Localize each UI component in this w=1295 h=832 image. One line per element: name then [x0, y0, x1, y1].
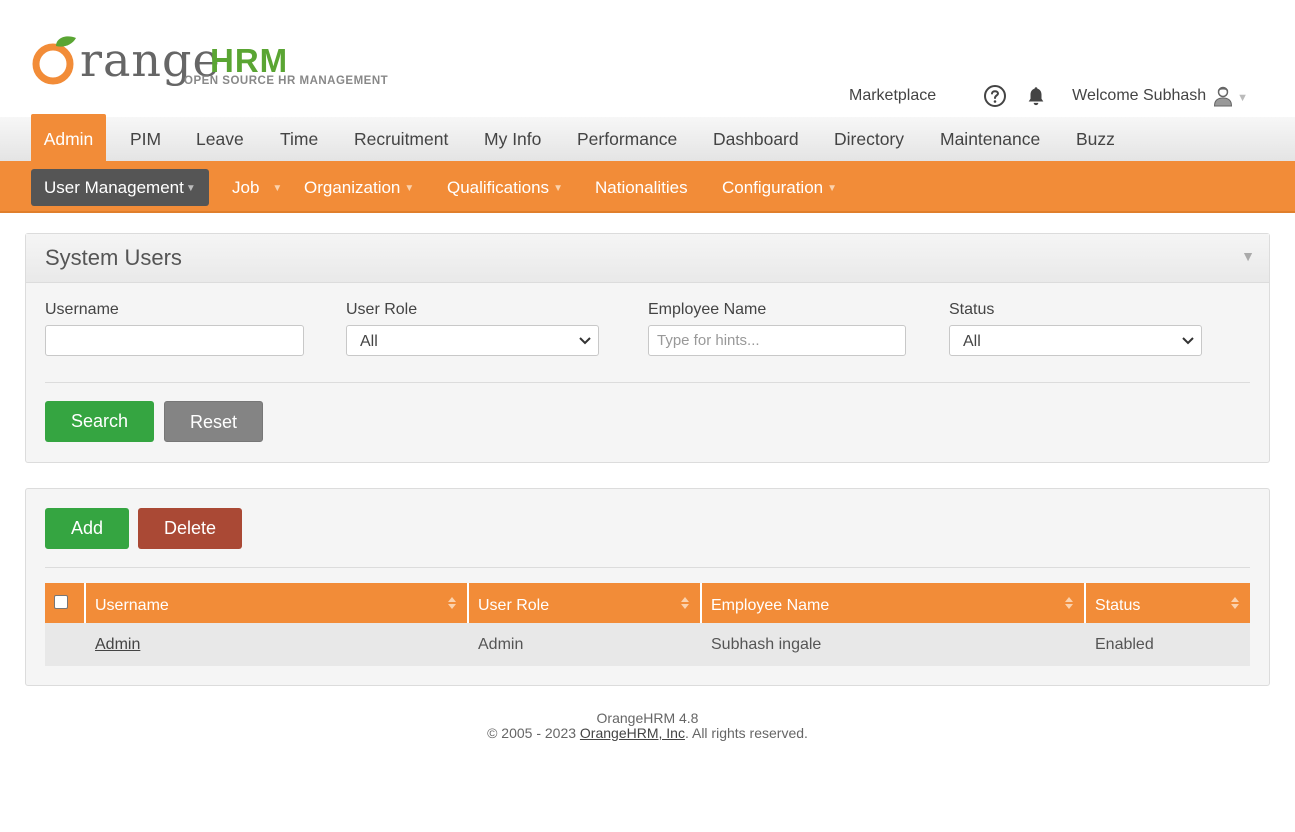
question-circle-icon[interactable] [983, 84, 1007, 108]
username-link[interactable]: Admin [95, 636, 140, 653]
footer: OrangeHRM 4.8 © 2005 - 2023 OrangeHRM, I… [0, 711, 1295, 741]
orange-logo-icon [32, 36, 76, 85]
submenu-label: Job [232, 178, 260, 197]
column-employee-name[interactable]: Employee Name [700, 583, 1084, 623]
column-label: Employee Name [711, 597, 830, 614]
footer-version: OrangeHRM 4.8 [596, 710, 699, 726]
bell-icon[interactable] [1025, 85, 1047, 107]
menu-my-info[interactable]: My Info [484, 117, 541, 161]
username-cell: Admin [84, 623, 467, 666]
menu-maintenance[interactable]: Maintenance [940, 117, 1040, 161]
panel-title: System Users [45, 245, 182, 270]
submenu-nationalities[interactable]: Nationalities [595, 169, 688, 206]
copyright-suffix: . All rights reserved. [684, 725, 808, 741]
employee-name-label: Employee Name [648, 301, 767, 318]
user-role-label: User Role [346, 301, 418, 318]
submenu-configuration[interactable]: Configuration ▼ [722, 169, 837, 206]
chevron-down-icon [1182, 337, 1194, 345]
submenu-user-management[interactable]: User Management ▼ [31, 169, 209, 206]
sort-icon[interactable] [680, 596, 690, 610]
employee-name-cell: Subhash ingale [711, 636, 822, 653]
logo-tagline: OPEN SOURCE HR MANAGEMENT [184, 75, 389, 87]
submenu-label: Nationalities [595, 178, 688, 197]
menu-performance[interactable]: Performance [577, 117, 677, 161]
column-label: Username [95, 597, 169, 614]
submenu-qualifications[interactable]: Qualifications ▼ [447, 169, 563, 206]
submenu-label: Qualifications [447, 178, 550, 197]
menu-directory[interactable]: Directory [834, 117, 904, 161]
chevron-down-icon: ▼ [1237, 91, 1249, 104]
chevron-down-icon: ▼ [404, 183, 415, 194]
select-all-cell [45, 583, 84, 623]
menu-recruitment[interactable]: Recruitment [354, 117, 448, 161]
sort-icon[interactable] [1064, 596, 1074, 610]
submenu-label: User Management [44, 178, 184, 197]
welcome-menu[interactable]: Welcome Subhash ▼ [1072, 85, 1248, 107]
column-status[interactable]: Status [1084, 583, 1250, 623]
reset-button[interactable]: Reset [164, 401, 263, 442]
status-cell: Enabled [1095, 636, 1154, 653]
collapse-toggle-icon[interactable]: ▼ [1241, 248, 1255, 264]
menu-time[interactable]: Time [280, 117, 318, 161]
user-role-cell: Admin [478, 636, 524, 653]
users-table: Username User Role Employee Name Status … [45, 583, 1250, 666]
footer-copyright: © 2005 - 2023 OrangeHRM, Inc. All rights… [0, 726, 1295, 741]
user-role-select[interactable]: All [346, 325, 599, 356]
company-link[interactable]: OrangeHRM, Inc [580, 725, 685, 741]
user-avatar-icon [1214, 86, 1233, 107]
chevron-down-icon: ▼ [185, 183, 196, 194]
system-users-list-panel: Add Delete Username User Role Employee N… [25, 488, 1270, 686]
menu-pim[interactable]: PIM [130, 117, 161, 161]
table-row: Admin Admin Subhash ingale Enabled [45, 623, 1250, 666]
sub-menu: User Management ▼ Job ▼ Organization ▼ Qual… [0, 161, 1295, 213]
delete-button[interactable]: Delete [138, 508, 242, 549]
menu-dashboard[interactable]: Dashboard [713, 117, 799, 161]
submenu-organization[interactable]: Organization ▼ [304, 169, 414, 206]
employee-name-input[interactable] [648, 325, 906, 356]
status-select[interactable]: All [949, 325, 1202, 356]
row-checkbox-cell [45, 623, 84, 666]
add-button[interactable]: Add [45, 508, 129, 549]
header: range HRM OPEN SOURCE HR MANAGEMENT Mark… [0, 0, 1295, 117]
status-value: All [963, 333, 981, 350]
system-users-search-panel: System Users ▼ Username User Role All Em… [25, 233, 1270, 463]
menu-admin[interactable]: Admin [31, 114, 106, 161]
table-header: Username User Role Employee Name Status [45, 583, 1250, 623]
sort-icon[interactable] [447, 596, 457, 610]
main-menu: Admin PIM Leave Time Recruitment My Info… [0, 114, 1295, 161]
chevron-down-icon [579, 337, 591, 345]
status-label: Status [949, 301, 995, 318]
submenu-label: Organization [304, 178, 401, 197]
panel-header[interactable]: System Users ▼ [26, 234, 1269, 283]
submenu-job[interactable]: Job ▼ [232, 169, 282, 206]
menu-leave[interactable]: Leave [196, 117, 244, 161]
menu-buzz[interactable]: Buzz [1076, 117, 1115, 161]
column-label: User Role [478, 597, 550, 614]
divider [45, 382, 1250, 383]
chevron-down-icon: ▼ [553, 183, 563, 194]
marketplace-link[interactable]: Marketplace [849, 87, 936, 105]
select-all-checkbox[interactable] [54, 595, 68, 609]
copyright-prefix: © 2005 - 2023 [487, 725, 580, 741]
username-label: Username [45, 301, 119, 318]
column-label: Status [1095, 597, 1141, 614]
divider [45, 567, 1250, 568]
submenu-label: Configuration [722, 178, 824, 197]
column-username[interactable]: Username [84, 583, 467, 623]
chevron-down-icon: ▼ [272, 183, 283, 194]
search-button[interactable]: Search [45, 401, 154, 442]
orangehrm-logo[interactable]: range HRM OPEN SOURCE HR MANAGEMENT [30, 16, 390, 96]
logo-hrm: HRM [210, 42, 289, 79]
top-right-bar: Marketplace Welcome Subhash ▼ [849, 84, 1248, 108]
column-user-role[interactable]: User Role [467, 583, 700, 623]
username-input[interactable] [45, 325, 304, 356]
sort-icon[interactable] [1230, 596, 1240, 610]
welcome-text: Welcome Subhash [1072, 87, 1207, 104]
chevron-down-icon: ▼ [827, 183, 838, 194]
user-role-value: All [360, 333, 378, 350]
